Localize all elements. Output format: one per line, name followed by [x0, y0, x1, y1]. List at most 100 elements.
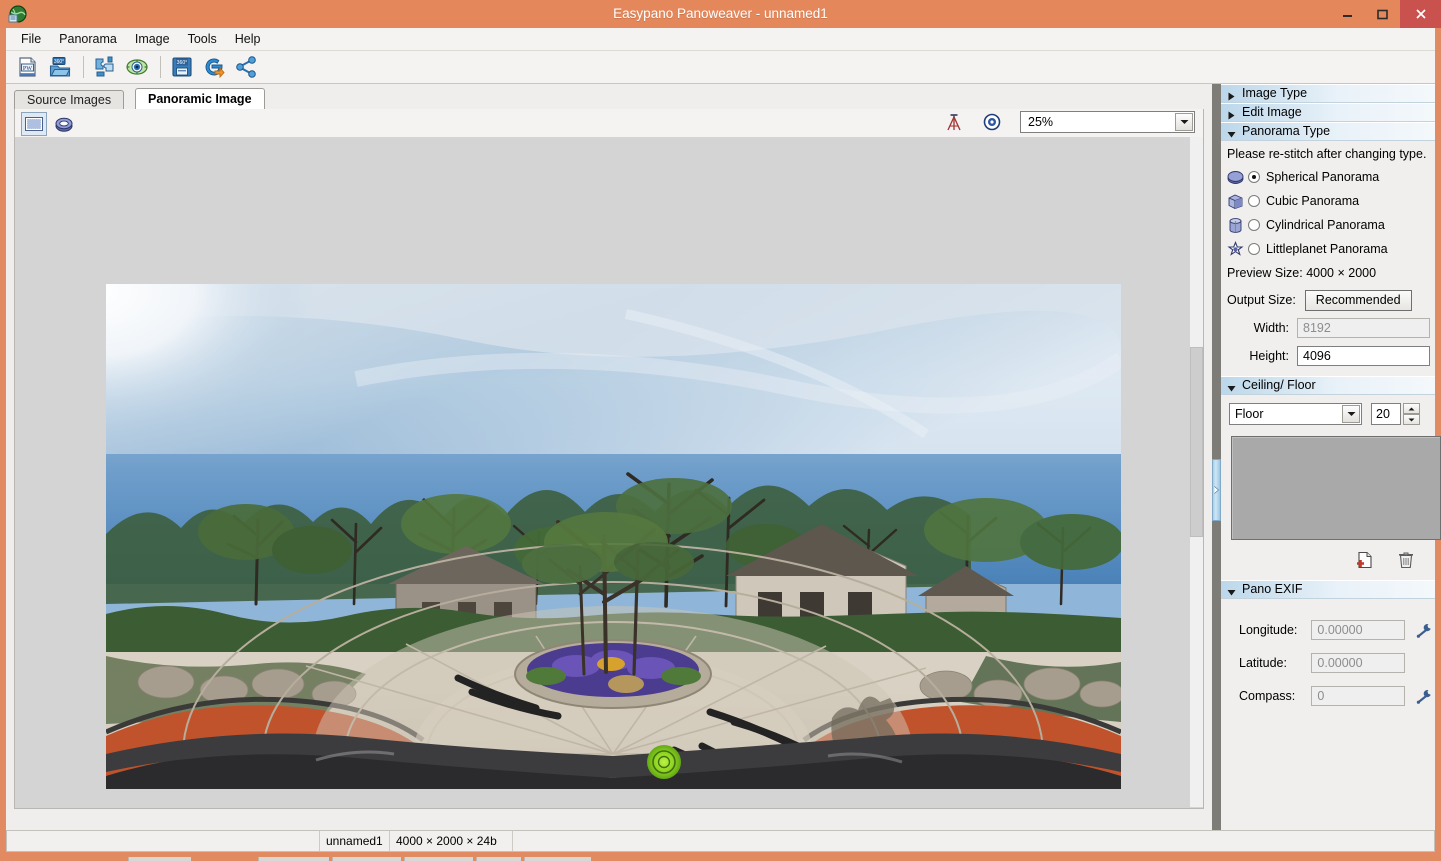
ceiling-floor-selector[interactable]: Floor: [1229, 403, 1362, 425]
open-folder-360-icon[interactable]: 360°: [46, 53, 74, 81]
triangle-right-icon: [1227, 89, 1236, 101]
wrench-icon-placeholder: [1413, 653, 1435, 673]
spinner-down-icon[interactable]: [1403, 414, 1420, 425]
chevron-down-icon[interactable]: [1175, 113, 1193, 131]
left-pane: Source Images Panoramic Image 25%: [6, 84, 1212, 830]
svg-text:PW: PW: [23, 65, 32, 72]
menu-help[interactable]: Help: [226, 29, 270, 50]
star-icon: [1226, 240, 1245, 258]
main-toolbar: PW 360° 360°: [6, 51, 1435, 84]
width-row: Width: 8192: [1221, 314, 1435, 342]
latitude-input[interactable]: 0.00000: [1311, 652, 1406, 673]
zoom-level-value: 25%: [1028, 115, 1054, 129]
properties-panel: Image Type Edit Image Panorama Type Plea…: [1221, 84, 1441, 830]
section-header-pano-exif[interactable]: Pano EXIF: [1221, 580, 1435, 599]
publish-browser-icon[interactable]: [200, 53, 228, 81]
section-body-panorama-type: Please re-stitch after changing type. Sp…: [1221, 141, 1435, 376]
compass-label: Compass:: [1239, 688, 1296, 703]
tab-panoramic-image[interactable]: Panoramic Image: [135, 88, 265, 109]
menu-file[interactable]: File: [12, 29, 50, 50]
maximize-button[interactable]: [1365, 0, 1400, 28]
latitude-row: Latitude: 0.00000: [1221, 646, 1435, 679]
equirectangular-panorama-preview[interactable]: [106, 284, 1121, 789]
add-file-icon[interactable]: [1352, 549, 1376, 571]
radio-row-cylindrical[interactable]: Cylindrical Panorama: [1221, 213, 1435, 237]
panorama-image: [106, 284, 1121, 789]
toolbar-separator-2: [160, 56, 161, 78]
wrench-icon[interactable]: [1413, 686, 1435, 706]
tab-strip: Source Images Panoramic Image: [14, 88, 1204, 110]
preview-size-label: Preview Size: 4000 × 2000: [1227, 266, 1377, 280]
wrench-icon[interactable]: [1413, 620, 1435, 640]
taskbar-item[interactable]: [404, 857, 473, 861]
radio-cubic[interactable]: [1248, 195, 1260, 207]
radio-row-spherical[interactable]: Spherical Panorama: [1221, 165, 1435, 189]
fit-to-window-icon[interactable]: [21, 112, 47, 136]
menu-panorama[interactable]: Panorama: [50, 29, 126, 50]
chevron-down-icon[interactable]: [1342, 405, 1360, 423]
stitch-puzzle-icon[interactable]: [91, 53, 119, 81]
section-header-edit-image[interactable]: Edit Image: [1221, 103, 1435, 122]
status-spacer: [513, 831, 1434, 851]
ceiling-floor-spinner[interactable]: [1403, 403, 1420, 425]
toolbar-separator-1: [83, 56, 84, 78]
tripod-icon[interactable]: [942, 111, 966, 133]
splitter-collapse-handle[interactable]: [1212, 459, 1221, 521]
menu-image[interactable]: Image: [126, 29, 179, 50]
canvas-vertical-scrollbar[interactable]: [1190, 137, 1203, 807]
ceiling-floor-logo-preview[interactable]: [1231, 436, 1441, 540]
width-input[interactable]: 8192: [1297, 318, 1430, 338]
tab-source-images[interactable]: Source Images: [14, 90, 125, 109]
triangle-down-icon: [1227, 127, 1236, 138]
close-button[interactable]: [1400, 0, 1441, 28]
pane-splitter[interactable]: [1212, 84, 1221, 830]
preview-eye-icon[interactable]: [123, 53, 151, 81]
taskbar-item[interactable]: [258, 857, 329, 861]
chevron-right-icon: [1214, 486, 1219, 494]
application-window: Easypano Panoweaver - unnamed1 File Pano…: [0, 0, 1441, 861]
longitude-input[interactable]: 0.00000: [1311, 619, 1406, 640]
sphere-view-icon[interactable]: [52, 113, 76, 135]
latitude-label: Latitude:: [1239, 655, 1287, 670]
triangle-right-icon: [1227, 108, 1236, 120]
scrollbar-thumb[interactable]: [1190, 347, 1203, 537]
section-body-ceiling-floor: Floor 20: [1221, 395, 1441, 580]
output-size-row: Output Size: Recommended: [1221, 286, 1435, 314]
radio-label-spherical: Spherical Panorama: [1266, 170, 1380, 184]
output-size-label: Output Size:: [1227, 293, 1296, 307]
ceiling-floor-amount-input[interactable]: 20: [1371, 403, 1401, 425]
taskbar-item[interactable]: [332, 857, 401, 861]
menu-tools[interactable]: Tools: [179, 29, 226, 50]
section-title-edit-image: Edit Image: [1242, 105, 1302, 119]
section-title-image-type: Image Type: [1242, 86, 1308, 100]
status-image-dimensions: 4000 × 2000 × 24b: [390, 831, 513, 851]
taskbar-item[interactable]: [476, 857, 521, 861]
height-input[interactable]: 4096: [1297, 346, 1430, 366]
taskbar-item[interactable]: [524, 857, 591, 861]
viewpoint-target-icon[interactable]: [980, 111, 1004, 133]
share-icon[interactable]: [232, 53, 260, 81]
radio-littleplanet[interactable]: [1248, 243, 1260, 255]
radio-label-littleplanet: Littleplanet Panorama: [1266, 242, 1388, 256]
radio-row-littleplanet[interactable]: Littleplanet Panorama: [1221, 237, 1435, 261]
radio-spherical[interactable]: [1248, 171, 1260, 183]
status-project-name: unnamed1: [320, 831, 390, 851]
zoom-level-combobox[interactable]: 25%: [1020, 111, 1195, 133]
recommended-button[interactable]: Recommended: [1304, 289, 1412, 311]
new-project-icon[interactable]: PW: [14, 53, 42, 81]
radio-row-cubic[interactable]: Cubic Panorama: [1221, 189, 1435, 213]
minimize-button[interactable]: [1330, 0, 1365, 28]
section-header-ceiling-floor[interactable]: Ceiling/ Floor: [1221, 376, 1435, 395]
desktop-taskbar: [0, 852, 1441, 861]
panorama-canvas[interactable]: [14, 137, 1204, 809]
save-360-icon[interactable]: 360°: [168, 53, 196, 81]
section-header-image-type[interactable]: Image Type: [1221, 84, 1435, 103]
compass-input[interactable]: 0: [1311, 685, 1406, 706]
sphere-icon: [1226, 168, 1245, 186]
taskbar-item[interactable]: [128, 857, 191, 861]
section-header-panorama-type[interactable]: Panorama Type: [1221, 122, 1435, 141]
trash-icon[interactable]: [1394, 549, 1418, 571]
radio-cylindrical[interactable]: [1248, 219, 1260, 231]
spinner-up-icon[interactable]: [1403, 403, 1420, 414]
longitude-label: Longitude:: [1239, 622, 1298, 637]
